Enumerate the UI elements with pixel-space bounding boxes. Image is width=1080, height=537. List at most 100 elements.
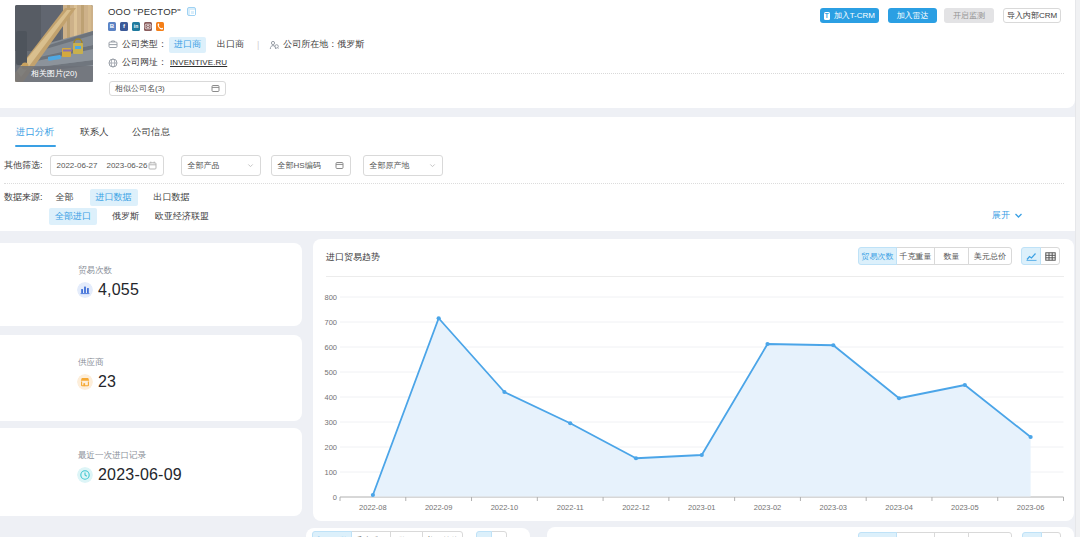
last-import-card: 最近一次进口记录 2023-06-09 <box>0 428 302 516</box>
svg-text:2022-11: 2022-11 <box>557 503 584 512</box>
svg-text:2022-08: 2022-08 <box>359 503 387 512</box>
region-eaeu[interactable]: 欧亚经济联盟 <box>155 210 209 223</box>
import-internal-crm-button[interactable]: 导入内部CRM <box>1003 8 1061 23</box>
source-all[interactable]: 全部 <box>56 191 74 204</box>
svg-text:2022-10: 2022-10 <box>491 503 519 512</box>
table-view-button[interactable] <box>1040 247 1060 265</box>
website-link[interactable]: INVENTIVE.RU <box>170 58 227 67</box>
similar-companies-select[interactable]: 相似公司名(3) <box>109 81 226 96</box>
location-value: 俄罗斯 <box>337 38 364 51</box>
table-icon <box>1045 252 1056 261</box>
camera-icon[interactable] <box>144 22 152 31</box>
phone-icon[interactable] <box>156 22 164 31</box>
region-russia[interactable]: 俄罗斯 <box>112 210 139 223</box>
svg-text:2022-09: 2022-09 <box>425 503 453 512</box>
chart-title: 进口贸易趋势 <box>326 251 380 264</box>
svg-text:2023-06: 2023-06 <box>1017 503 1045 512</box>
last-import-value: 2023-06-09 <box>98 466 182 484</box>
calendar-icon <box>148 161 157 170</box>
similar-companies-label: 相似公司名(3) <box>115 83 165 94</box>
copy-icon[interactable] <box>187 7 196 16</box>
exporter-label[interactable]: 出口商 <box>217 38 244 51</box>
metric-trade-count[interactable]: 贸易次数 <box>858 532 897 537</box>
region-all-import[interactable]: 全部进口 <box>49 208 97 225</box>
last-import-label: 最近一次进口记录 <box>78 450 146 462</box>
add-to-tcrm-button[interactable]: T 加入T-CRM <box>820 8 879 23</box>
origin-select[interactable]: 全部原产地 <box>363 155 443 176</box>
product-select[interactable]: 全部产品 <box>181 155 261 176</box>
page-scrollbar[interactable] <box>1075 0 1080 537</box>
importer-pill[interactable]: 进口商 <box>169 37 206 53</box>
bar-chart-icon <box>77 282 93 298</box>
source-export-data[interactable]: 出口数据 <box>154 191 190 204</box>
company-photo-thumbnail[interactable]: 相关图片(20) <box>15 5 93 82</box>
metric-quantity[interactable]: 数量 <box>934 247 969 265</box>
svg-text:2023-05: 2023-05 <box>951 503 979 512</box>
tcrm-icon: T <box>824 12 830 20</box>
bottom-right-chart-card: 贸易次数 千克重量 数量 美元总价 <box>547 527 1074 537</box>
svg-text:2023-01: 2023-01 <box>688 503 716 512</box>
view-toggle-group <box>1022 532 1061 537</box>
table-view-button[interactable] <box>1041 532 1061 537</box>
company-header-card: 相关图片(20) OOO "PECTOP" B f in 公司类型： 进口商 出… <box>0 0 1075 108</box>
trend-line-chart[interactable]: 01002003004005006007008002022-082022-092… <box>313 279 1074 521</box>
metric-kg-weight[interactable]: 千克重量 <box>896 532 935 537</box>
add-to-radar-button[interactable]: 加入雷达 <box>888 8 937 23</box>
svg-text:2023-04: 2023-04 <box>885 503 913 512</box>
related-images-caption[interactable]: 相关图片(20) <box>15 66 93 82</box>
metric-usd-total[interactable]: 美元总价 <box>968 247 1012 265</box>
card-divider <box>326 276 1064 277</box>
svg-text:200: 200 <box>324 443 337 452</box>
date-range-picker[interactable]: 2022-06-27 2023-06-26 <box>50 155 164 176</box>
svg-text:300: 300 <box>324 418 337 427</box>
store-icon <box>77 374 93 390</box>
metric-trade-count[interactable]: 贸易次数 <box>312 531 352 537</box>
svg-text:700: 700 <box>324 318 337 327</box>
line-chart-icon <box>1026 252 1037 261</box>
company-website-row: 公司网址： INVENTIVE.RU <box>108 56 227 69</box>
trade-count-value: 4,055 <box>98 281 139 299</box>
metric-toggle-group: 贸易次数 千克重量 数量 美元总价 <box>858 247 1012 265</box>
company-type-label: 公司类型： <box>122 38 167 51</box>
hs-code-value: 全部HS编码 <box>278 160 321 171</box>
metric-quantity[interactable]: 数量 <box>390 531 423 537</box>
chevron-down-icon <box>429 162 436 169</box>
svg-text:400: 400 <box>324 393 337 402</box>
company-type-row: 公司类型： 进口商 出口商 | 公司所在地： 俄罗斯 <box>108 38 364 51</box>
svg-text:0: 0 <box>333 493 337 502</box>
metric-kg-weight[interactable]: 千克重量 <box>351 531 391 537</box>
data-source-label: 数据来源: <box>4 191 43 204</box>
table-view-button[interactable] <box>491 531 507 537</box>
active-tab-underline <box>15 145 56 148</box>
behance-icon[interactable]: B <box>108 22 116 31</box>
location-label: 公司所在地： <box>283 38 337 51</box>
line-chart-view-button[interactable] <box>1022 532 1042 537</box>
social-links: B f in <box>108 22 164 31</box>
date-end: 2023-06-26 <box>106 161 147 170</box>
facebook-icon[interactable]: f <box>120 22 128 31</box>
add-to-tcrm-label: 加入T-CRM <box>834 10 875 21</box>
clock-icon <box>77 467 93 483</box>
tab-company-info[interactable]: 公司信息 <box>132 126 170 139</box>
linkedin-icon[interactable]: in <box>132 22 140 31</box>
globe-icon <box>108 58 118 68</box>
svg-text:2023-03: 2023-03 <box>820 503 848 512</box>
metric-quantity[interactable]: 数量 <box>934 532 969 537</box>
company-type-icon <box>108 40 118 50</box>
location-icon <box>269 40 279 50</box>
svg-text:600: 600 <box>324 343 337 352</box>
dotted-divider <box>4 183 1064 184</box>
metric-kg-weight[interactable]: 千克重量 <box>896 247 935 265</box>
metric-trade-count[interactable]: 贸易次数 <box>858 247 897 265</box>
line-chart-view-button[interactable] <box>476 531 492 537</box>
start-monitoring-button[interactable]: 开启监测 <box>944 8 994 23</box>
tab-import-analysis[interactable]: 进口分析 <box>16 126 54 139</box>
hs-code-select[interactable]: 全部HS编码 <box>271 155 351 176</box>
line-chart-view-button[interactable] <box>1021 247 1041 265</box>
other-filters-label: 其他筛选: <box>4 159 43 172</box>
expand-toggle[interactable]: 展开 <box>992 209 1023 222</box>
source-import-data[interactable]: 进口数据 <box>90 189 138 206</box>
tab-contacts[interactable]: 联系人 <box>80 126 109 139</box>
metric-usd-total[interactable]: 美元总价 <box>422 531 463 537</box>
metric-usd-total[interactable]: 美元总价 <box>968 532 1012 537</box>
